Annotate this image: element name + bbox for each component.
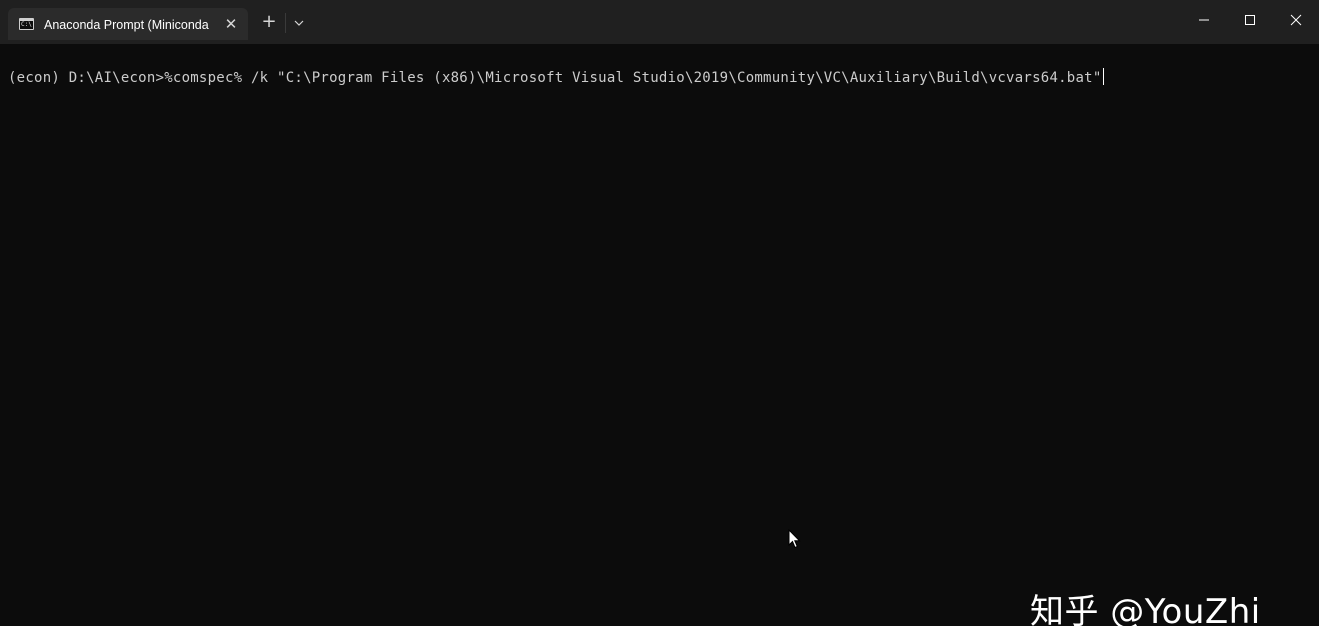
command-text: %comspec% /k "C:\Program Files (x86)\Mic… bbox=[164, 70, 1102, 86]
tab-anaconda-prompt[interactable]: C:\ Anaconda Prompt (Miniconda ✕ bbox=[8, 8, 248, 40]
prompt-text: (econ) D:\AI\econ> bbox=[8, 70, 165, 86]
tab-divider bbox=[285, 13, 286, 33]
close-icon bbox=[1290, 14, 1302, 26]
terminal-output[interactable]: (econ) D:\AI\econ>%comspec% /k "C:\Progr… bbox=[0, 44, 1319, 626]
text-cursor bbox=[1102, 68, 1104, 85]
mouse-pointer-icon bbox=[788, 528, 802, 554]
close-icon[interactable]: ✕ bbox=[222, 15, 240, 33]
chevron-down-icon[interactable] bbox=[289, 12, 309, 34]
close-window-button[interactable] bbox=[1272, 0, 1318, 40]
watermark-text: 知乎 @YouZhi bbox=[1030, 592, 1261, 626]
tab-title: Anaconda Prompt (Miniconda bbox=[44, 18, 209, 32]
terminal-icon-text: C:\ bbox=[21, 21, 32, 28]
terminal-icon: C:\ bbox=[19, 18, 34, 30]
minimize-button[interactable] bbox=[1180, 0, 1226, 40]
command-line[interactable]: (econ) D:\AI\econ>%comspec% /k "C:\Progr… bbox=[8, 68, 1104, 86]
title-bar[interactable]: C:\ Anaconda Prompt (Miniconda ✕ + bbox=[0, 0, 1319, 44]
terminal-window: C:\ Anaconda Prompt (Miniconda ✕ + (econ… bbox=[0, 0, 1319, 626]
maximize-button[interactable] bbox=[1226, 0, 1272, 40]
minimize-icon bbox=[1199, 19, 1209, 21]
maximize-icon bbox=[1245, 15, 1255, 25]
plus-icon[interactable]: + bbox=[258, 11, 280, 33]
